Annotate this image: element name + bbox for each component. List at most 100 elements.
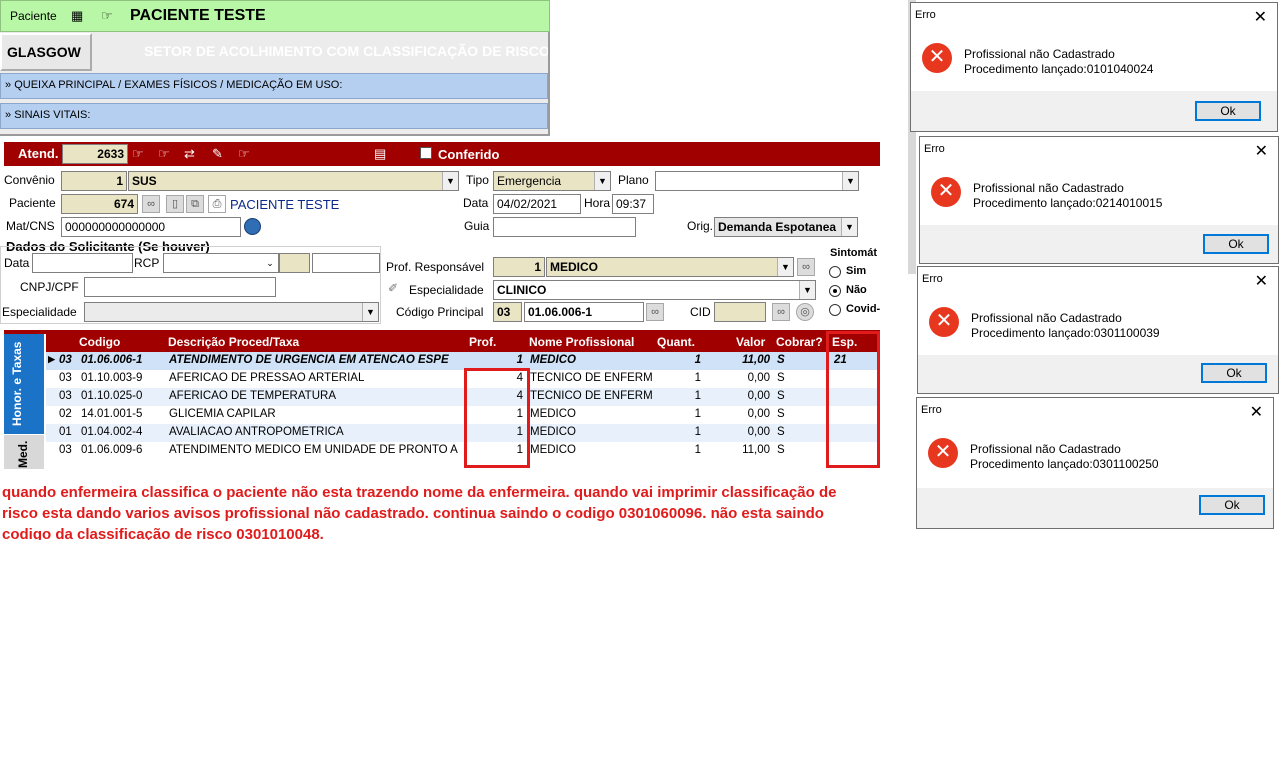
globe-icon[interactable] [244,218,261,235]
table-row[interactable]: 01 01.04.002-4 AVALIACAO ANTROPOMETRICA 1 ME… [46,424,880,442]
binoculars-icon[interactable]: ∞ [797,258,815,276]
printer-icon[interactable]: ▦ [71,8,83,24]
issue-note: quando enfermeira classifica o paciente … [2,482,918,540]
edit-icon[interactable]: ✎ [212,146,223,162]
tab-med-label: Med. [16,440,30,468]
tab-med[interactable]: Med. [4,435,44,469]
cell-description: ATENDIMENTO MEDICO EM UNIDADE DE PRONTO … [169,444,458,456]
especialidade-left-select[interactable]: ▼ [84,302,379,322]
binoculars-icon[interactable]: ∞ [772,303,790,321]
close-icon[interactable]: ✕ [1255,271,1268,291]
transfer-icon[interactable]: ⇄ [184,146,195,162]
hora-label: Hora [584,196,611,210]
prof-select[interactable]: MEDICO ▼ [546,257,794,277]
ok-button[interactable]: Ok [1195,101,1261,121]
guia-label: Guia [464,219,490,233]
col-nome-prof[interactable]: Nome Profissional [529,335,634,349]
cnpj-label: CNPJ/CPF [20,280,79,294]
paciente-name: PACIENTE TESTE [230,197,340,212]
close-icon[interactable]: ✕ [1255,141,1268,161]
section-sinais-label: SINAIS VITAIS: [14,109,91,121]
section-queixa[interactable]: » QUEIXA PRINCIPAL / EXAMES FÍSICOS / ME… [0,73,548,99]
rcp-select[interactable]: ⌄ [163,253,279,273]
atend-number[interactable]: 2633 [62,144,128,164]
dialog-msg-line2: Procedimento lançado:0301100250 [970,457,1159,471]
convenio-code[interactable]: 1 [61,171,127,191]
tipo-value: Emergencia [497,174,562,188]
tipo-select[interactable]: Emergencia ▼ [493,171,611,191]
cell-description: GLICEMIA CAPILAR [169,408,276,420]
col-descricao[interactable]: Descrição Proced/Taxa [168,335,299,349]
col-quant[interactable]: Quant. [657,335,695,349]
cod-principal-field[interactable]: 01.06.006-1 [524,302,644,322]
convenio-select[interactable]: SUS ▼ [128,171,459,191]
cell-description: AFERICAO DE TEMPERATURA [169,390,336,402]
especialidade-select[interactable]: CLINICO ▼ [493,280,816,300]
binoculars-icon[interactable]: ∞ [646,303,664,321]
col-prof[interactable]: Prof. [469,335,496,349]
calculator-icon[interactable]: ▤ [374,146,386,162]
dialog-body: ✕ Profissional não Cadastrado Procediment… [920,165,1278,225]
tab-honor-taxas[interactable]: Honor. e Taxas [4,330,44,434]
pin-icon[interactable]: ✐ [388,281,398,295]
glasgow-button[interactable]: GLASGOW [0,33,92,71]
note-line: codigo da classificação de risco 0301010… [2,526,324,540]
radio-nao[interactable] [829,285,841,297]
radio-covid[interactable] [829,304,841,316]
close-icon[interactable]: ✕ [1250,402,1263,422]
plano-select[interactable]: ▼ [655,171,859,191]
ok-button[interactable]: Ok [1199,495,1265,515]
col-cobrar[interactable]: Cobrar? [776,335,823,349]
hand-icon[interactable]: ☞ [238,146,250,162]
copy-icon[interactable]: ⧉ [186,195,204,213]
hand-pointer-icon[interactable]: ☞ [101,8,113,24]
ok-button[interactable]: Ok [1203,234,1269,254]
conferido-checkbox[interactable] [420,147,432,159]
matcns-field[interactable]: 000000000000000 [61,217,241,237]
grid-header: Codigo Descrição Proced/Taxa Prof. Nome … [46,334,880,352]
dialog-title-bar: Erro ✕ [918,267,1278,295]
cell-code: 01.06.009-6 [81,444,143,456]
cell-cobrar: S [777,372,785,384]
cell-valor: 0,00 [747,426,770,438]
cod-principal-short[interactable]: 03 [493,302,522,322]
hora-field[interactable]: 09:37 [612,194,654,214]
cid-field[interactable] [714,302,766,322]
cell-code: 01.06.006-1 [81,354,143,366]
cell-valor: 0,00 [747,408,770,420]
orig-select[interactable]: Demanda Espotanea ▼ [714,217,858,237]
cnpj-field[interactable] [84,277,276,297]
table-row[interactable]: 03 01.10.003-9 AFERICAO DE PRESSAO ARTERIA… [46,370,880,388]
section-sinais-vitais[interactable]: » SINAIS VITAIS: [0,103,548,129]
cell-code: 01.04.002-4 [81,426,143,438]
data-field[interactable]: 04/02/2021 [493,194,581,214]
error-icon: ✕ [922,43,952,73]
dialog-msg-line1: Profissional não Cadastrado [970,442,1121,456]
atend-bar: Atend. 2633 ☞ ☞ ⇄ ✎ ☞ ▤ Conferido [4,142,880,166]
col-codigo[interactable]: Codigo [79,335,120,349]
cell-group: 03 [59,444,72,456]
prof-code[interactable]: 1 [493,257,545,277]
ok-button[interactable]: Ok [1201,363,1267,383]
cell-description: AFERICAO DE PRESSAO ARTERIAL [169,372,365,384]
guia-field[interactable] [493,217,636,237]
rcp-uf-field[interactable] [279,253,310,273]
rcp-number-field[interactable] [312,253,380,273]
sol-data-field[interactable] [32,253,133,273]
paciente-code[interactable]: 674 [61,194,138,214]
target-icon[interactable]: ◎ [796,303,814,321]
radio-sim[interactable] [829,266,841,278]
table-row[interactable]: 02 14.01.001-5 GLICEMIA CAPILAR 1 MEDICO 1 0,0… [46,406,880,424]
hand-icon[interactable]: ☞ [158,146,170,162]
document-icon[interactable]: ▯ [166,195,184,213]
table-row[interactable]: ▶ 03 01.06.006-1 ATENDIMENTO DE URGENCIA EM… [46,352,880,370]
table-row[interactable]: 03 01.06.009-6 ATENDIMENTO MEDICO EM UNIDA… [46,442,880,460]
hand-icon[interactable]: ☞ [132,146,144,162]
close-icon[interactable]: ✕ [1254,7,1267,27]
cell-valor: 11,00 [742,444,770,456]
print-icon[interactable]: ⎙ [208,195,226,213]
binoculars-icon[interactable]: ∞ [142,195,160,213]
table-row[interactable]: 03 01.10.025-0 AFERICAO DE TEMPERATURA 4 TEC… [46,388,880,406]
col-valor[interactable]: Valor [736,335,765,349]
patient-label: Paciente [10,9,57,23]
